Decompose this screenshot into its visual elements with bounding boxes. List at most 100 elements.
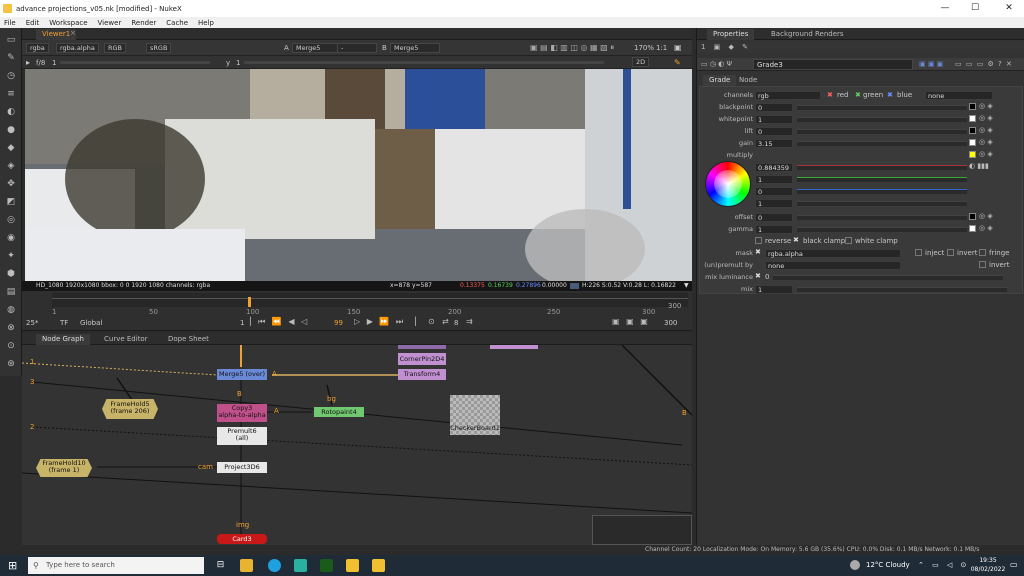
maximize-button[interactable]: ☐ <box>960 0 990 17</box>
tab-dope-sheet[interactable]: Dope Sheet <box>162 334 215 345</box>
menu-render[interactable]: Render <box>131 19 156 27</box>
node-roto[interactable]: Rotopaint4 <box>314 407 364 417</box>
gamma-picker-icon[interactable]: ◎ ◈ <box>979 224 993 232</box>
blackpoint-picker-icon[interactable]: ◎ ◈ <box>979 102 993 110</box>
lift-slider[interactable] <box>797 129 967 134</box>
menu-edit[interactable]: Edit <box>26 19 40 27</box>
node-project3d[interactable]: Project3D6 <box>217 462 267 473</box>
input-b-select[interactable]: Merge5 <box>390 43 440 53</box>
transport-controls[interactable]: ▏⏮ ⏪ ◀ ◁ <box>250 317 309 327</box>
whitepoint-field[interactable]: 1 <box>755 115 793 124</box>
fps-select[interactable]: 25* <box>26 319 38 327</box>
image-icon[interactable]: ▭ <box>5 34 17 46</box>
nuke-active-icon[interactable] <box>372 559 385 572</box>
mask-select[interactable]: rgba.alpha <box>765 249 901 258</box>
metadata-icon[interactable]: ◉ <box>5 232 17 244</box>
menu-workspace[interactable]: Workspace <box>49 19 87 27</box>
pl-app-icon[interactable] <box>320 559 333 572</box>
reverse-checkbox[interactable] <box>755 237 762 244</box>
zoom-label[interactable]: 170% <box>634 44 654 52</box>
offset-swatch[interactable] <box>969 213 976 220</box>
transform-icon[interactable]: ✥ <box>5 178 17 190</box>
close-button[interactable]: ✕ <box>994 0 1024 17</box>
blackpoint-swatch[interactable] <box>969 103 976 110</box>
mix-slider[interactable] <box>797 287 1007 292</box>
node-transform[interactable]: Transform4 <box>398 369 446 380</box>
white-clamp-checkbox[interactable] <box>845 237 852 244</box>
gamma-swatch[interactable] <box>969 225 976 232</box>
views-icon[interactable]: ◎ <box>5 214 17 226</box>
inject-checkbox[interactable] <box>915 249 922 256</box>
tab-node-graph[interactable]: Node Graph <box>36 334 90 345</box>
node-framehold5[interactable]: FrameHold5 (frame 206) <box>102 399 158 419</box>
lift-field[interactable]: 0 <box>755 127 793 136</box>
fstop-label[interactable]: f/8 <box>36 59 45 67</box>
whitepoint-swatch[interactable] <box>969 115 976 122</box>
node-graph[interactable]: CornerPin2D4 Transform4 Merge5 (over) B … <box>22 345 692 545</box>
cara-icon[interactable]: ⊙ <box>5 340 17 352</box>
invert-checkbox[interactable] <box>947 249 954 256</box>
viewer-settings-icon[interactable]: ▣ <box>674 43 682 52</box>
clock-date[interactable]: 08/02/2022 <box>968 566 1008 573</box>
windows-start-icon[interactable]: ⊞ <box>8 559 17 572</box>
node-cornerpin[interactable]: CornerPin2D4 <box>398 353 446 365</box>
range-select[interactable]: Global <box>80 319 102 327</box>
channel-icon[interactable]: ≡ <box>5 88 17 100</box>
blackpoint-field[interactable]: 0 <box>755 103 793 112</box>
unpremult-select[interactable]: none <box>765 261 901 270</box>
close-tab-icon[interactable]: × <box>70 29 76 37</box>
step-value[interactable]: 8 <box>454 319 458 327</box>
playhead[interactable] <box>248 297 251 307</box>
time-icon[interactable]: ◷ <box>5 70 17 82</box>
multiply-g-slider[interactable] <box>797 177 967 182</box>
task-view-icon[interactable]: ⊟ <box>214 559 227 572</box>
alpha-select[interactable]: rgba.alpha <box>56 43 99 53</box>
node-framehold10[interactable]: FrameHold10 (frame 1) <box>36 459 92 477</box>
viewer-canvas[interactable] <box>25 69 692 281</box>
ratio-label[interactable]: 1:1 <box>656 44 667 52</box>
menu-cache[interactable]: Cache <box>166 19 188 27</box>
3d-icon[interactable]: ◩ <box>5 196 17 208</box>
view-mode-select[interactable]: 2D <box>632 57 650 67</box>
minimize-button[interactable]: — <box>930 0 960 17</box>
tab-curve-editor[interactable]: Curve Editor <box>98 334 154 345</box>
out-frame[interactable]: 300 <box>664 319 677 327</box>
weather-icon[interactable] <box>850 560 860 570</box>
timeline-track[interactable] <box>52 293 688 307</box>
fstop-icon[interactable]: ▸ <box>26 58 30 67</box>
black-clamp-checkbox[interactable]: ✖ <box>793 236 799 244</box>
weather-text[interactable]: 12°C Cloudy <box>866 561 910 569</box>
ch-alpha-select[interactable]: none <box>925 91 993 100</box>
step-icon[interactable]: ⇄ <box>442 317 449 326</box>
lift-swatch[interactable] <box>969 127 976 134</box>
offset-field[interactable]: 0 <box>755 213 793 222</box>
gain-value[interactable]: 1 <box>52 59 56 67</box>
node-name-field[interactable]: Grade3 <box>753 59 913 70</box>
gain-field[interactable]: 3.15 <box>755 139 793 148</box>
blackpoint-slider[interactable] <box>797 105 967 110</box>
notification-icon[interactable]: ▭ <box>1010 560 1018 569</box>
green-check-icon[interactable]: ✖ <box>855 91 861 99</box>
mix-luminance-value[interactable]: 0 <box>765 273 769 281</box>
in-frame[interactable]: 1 <box>240 319 244 327</box>
node-premult[interactable]: Premult6 (all) <box>217 427 267 445</box>
transport-controls-fwd[interactable]: ▷ ▶ ⏩ ⏭ ▕ <box>354 317 418 327</box>
node-merge[interactable]: Merge5 (over) <box>217 369 267 380</box>
file-explorer-icon[interactable] <box>240 559 253 572</box>
tab-properties[interactable]: Properties <box>707 29 755 40</box>
menu-file[interactable]: File <box>4 19 16 27</box>
gain-slider[interactable] <box>60 61 210 64</box>
multiply-a-slider[interactable] <box>797 201 967 206</box>
gain-swatch[interactable] <box>969 139 976 146</box>
color-sliders-panel[interactable]: ◐ ▮▮▮ <box>969 162 1019 210</box>
tf-select[interactable]: TF <box>60 319 68 327</box>
multiply-g-field[interactable]: 1 <box>755 175 793 184</box>
mix-luminance-slider[interactable] <box>773 275 1003 280</box>
multiply-picker-icon[interactable]: ◎ ◈ <box>979 150 993 158</box>
gamma-value[interactable]: 1 <box>236 59 240 67</box>
other-icon[interactable]: ◍ <box>5 304 17 316</box>
step-fwd-icon[interactable]: ⇉ <box>466 317 473 326</box>
info-dropdown-icon[interactable]: ▼ <box>684 281 689 291</box>
gamma-slider[interactable] <box>797 227 967 232</box>
channels-select[interactable]: rgba <box>26 43 49 53</box>
